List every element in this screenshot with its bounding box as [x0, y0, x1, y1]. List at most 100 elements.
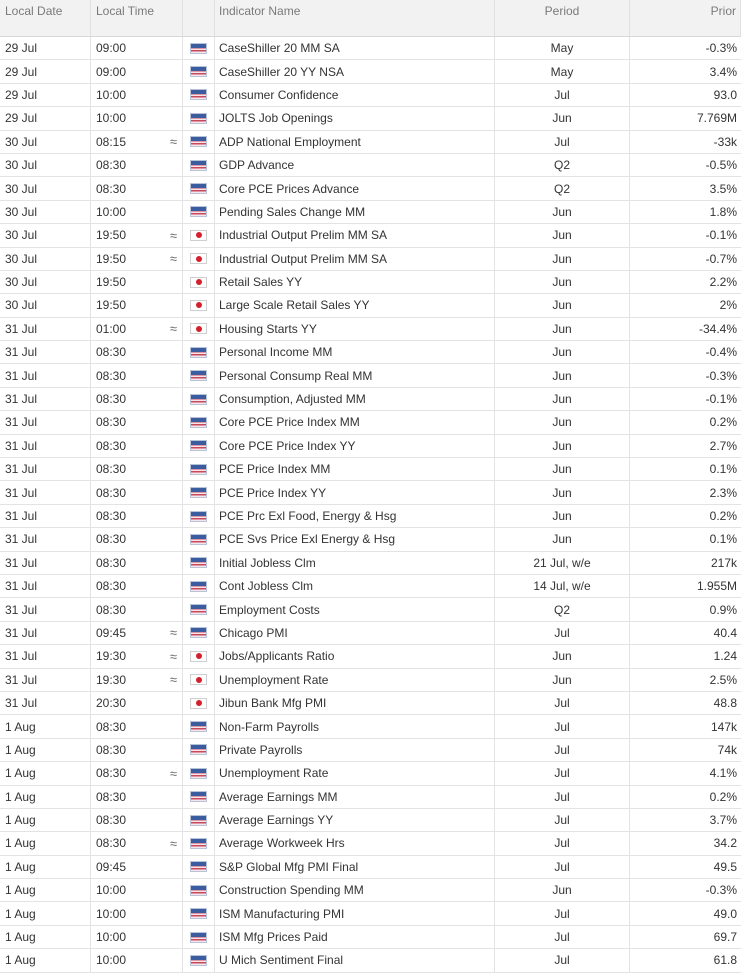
table-row[interactable]: 29 Jul 09:00 CaseShiller 20 YY NSA May 3.4%	[0, 60, 741, 84]
table-row[interactable]: 30 Jul 08:15 ≈ ADP National Employment Jul -3…	[0, 130, 741, 154]
country-cell	[183, 60, 215, 83]
table-row[interactable]: 31 Jul 20:30 Jibun Bank Mfg PMI Jul 48.8	[0, 691, 741, 716]
indicator-name[interactable]: PCE Prc Exl Food, Energy & Hsg	[215, 504, 495, 528]
table-row[interactable]: 1 Aug 10:00 U Mich Sentiment Final Jul 61.8	[0, 949, 741, 973]
time-cell: 08:30	[91, 434, 183, 458]
column-header-time[interactable]: Local Time	[91, 0, 183, 36]
indicator-name[interactable]: Private Payrolls	[215, 738, 495, 762]
indicator-name[interactable]: Housing Starts YY	[215, 317, 495, 341]
table-row[interactable]: 30 Jul 10:00 Pending Sales Change MM Jun 1.8…	[0, 200, 741, 225]
column-header-indicator[interactable]: Indicator Name	[215, 0, 495, 36]
indicator-name[interactable]: Industrial Output Prelim MM SA	[215, 247, 495, 270]
table-row[interactable]: 1 Aug 08:30 ≈ Unemployment Rate Jul 4.1%	[0, 762, 741, 786]
table-row[interactable]: 31 Jul 08:30 Personal Consump Real MM Jun -0…	[0, 364, 741, 388]
indicator-name[interactable]: Cont Jobless Clm	[215, 574, 495, 598]
table-row[interactable]: 30 Jul 08:30 GDP Advance Q2 -0.5%	[0, 153, 741, 178]
indicator-name[interactable]: CaseShiller 20 MM SA	[215, 37, 495, 60]
indicator-name[interactable]: Initial Jobless Clm	[215, 551, 495, 574]
prior-value: 2.2%	[709, 275, 737, 290]
country-cell	[183, 762, 215, 785]
indicator-name[interactable]: Consumer Confidence	[215, 83, 495, 107]
indicator-name[interactable]: Average Earnings MM	[215, 785, 495, 808]
table-row[interactable]: 31 Jul 19:30 ≈ Unemployment Rate Jun 2.5%	[0, 668, 741, 692]
table-row[interactable]: 30 Jul 19:50 Large Scale Retail Sales YY Ju…	[0, 294, 741, 318]
indicator-name[interactable]: Employment Costs	[215, 598, 495, 621]
table-row[interactable]: 31 Jul 01:00 ≈ Housing Starts YY Jun -34.4%	[0, 317, 741, 342]
indicator-name[interactable]: Unemployment Rate	[215, 762, 495, 785]
volatility-icon: ≈	[169, 672, 177, 688]
indicator-name[interactable]: Core PCE Price Index MM	[215, 411, 495, 434]
time-value: 08:30	[96, 181, 127, 196]
time-cell: 19:30 ≈	[91, 668, 183, 691]
indicator-name[interactable]: ISM Manufacturing PMI	[215, 902, 495, 925]
indicator-name[interactable]: Large Scale Retail Sales YY	[215, 294, 495, 317]
us-flag-icon	[190, 814, 207, 826]
indicator-name[interactable]: PCE Price Index YY	[215, 481, 495, 504]
table-row[interactable]: 31 Jul 08:30 Core PCE Price Index YY Jun 2.7…	[0, 434, 741, 459]
time-cell: 19:50	[91, 294, 183, 317]
table-row[interactable]: 1 Aug 10:00 ISM Manufacturing PMI Jul 49.0	[0, 902, 741, 926]
volatility-icon: ≈	[169, 648, 177, 664]
table-row[interactable]: 1 Aug 10:00 Construction Spending MM Jun -0.…	[0, 879, 741, 903]
table-row[interactable]: 31 Jul 08:30 Cont Jobless Clm 14 Jul, w/e 1.…	[0, 574, 741, 599]
indicator-name[interactable]: Core PCE Price Index YY	[215, 434, 495, 458]
table-row[interactable]: 31 Jul 19:30 ≈ Jobs/Applicants Ratio Jun 1.24	[0, 645, 741, 669]
indicator-name[interactable]: Construction Spending MM	[215, 879, 495, 902]
indicator-name[interactable]: PCE Svs Price Exl Energy & Hsg	[215, 528, 495, 551]
indicator-name[interactable]: Non-Farm Payrolls	[215, 715, 495, 738]
indicator-name[interactable]: Retail Sales YY	[215, 270, 495, 294]
table-row[interactable]: 30 Jul 19:50 Retail Sales YY Jun 2.2%	[0, 270, 741, 295]
indicator-name[interactable]: Average Workweek Hrs	[215, 832, 495, 855]
indicator-name[interactable]: S&P Global Mfg PMI Final	[215, 855, 495, 879]
column-header-date[interactable]: Local Date	[0, 0, 91, 36]
date-cell: 1 Aug	[0, 832, 91, 855]
table-row[interactable]: 1 Aug 10:00 ISM Mfg Prices Paid Jul 69.7	[0, 925, 741, 950]
table-row[interactable]: 31 Jul 08:30 Core PCE Price Index MM Jun 0.2…	[0, 411, 741, 435]
table-row[interactable]: 1 Aug 08:30 ≈ Average Workweek Hrs Jul 34.2	[0, 832, 741, 856]
table-row[interactable]: 30 Jul 19:50 ≈ Industrial Output Prelim MM …	[0, 247, 741, 271]
table-row[interactable]: 31 Jul 08:30 Initial Jobless Clm 21 Jul, w/…	[0, 551, 741, 575]
indicator-name[interactable]: Personal Income MM	[215, 341, 495, 364]
table-row[interactable]: 31 Jul 08:30 PCE Prc Exl Food, Energy & Hs…	[0, 504, 741, 529]
table-row[interactable]: 1 Aug 08:30 Average Earnings MM Jul 0.2%	[0, 785, 741, 809]
indicator-name[interactable]: Unemployment Rate	[215, 668, 495, 691]
table-row[interactable]: 31 Jul 09:45 ≈ Chicago PMI Jul 40.4	[0, 621, 741, 646]
indicator-name[interactable]: Jibun Bank Mfg PMI	[215, 691, 495, 715]
table-row[interactable]: 31 Jul 08:30 Consumption, Adjusted MM Jun -0…	[0, 387, 741, 412]
date-cell: 31 Jul	[0, 341, 91, 364]
indicator-name[interactable]: Core PCE Prices Advance	[215, 177, 495, 200]
table-row[interactable]: 31 Jul 08:30 PCE Svs Price Exl Energy & Hs…	[0, 528, 741, 552]
table-row[interactable]: 31 Jul 08:30 PCE Price Index MM Jun 0.1%	[0, 458, 741, 482]
country-cell	[183, 130, 215, 153]
prior-value: 1.8%	[709, 204, 737, 219]
indicator-name[interactable]: CaseShiller 20 YY NSA	[215, 60, 495, 83]
indicator-name[interactable]: Industrial Output Prelim MM SA	[215, 224, 495, 247]
table-row[interactable]: 1 Aug 08:30 Average Earnings YY Jul 3.7%	[0, 808, 741, 833]
indicator-name[interactable]: U Mich Sentiment Final	[215, 949, 495, 972]
table-row[interactable]: 1 Aug 08:30 Private Payrolls Jul 74k	[0, 738, 741, 763]
table-row[interactable]: 29 Jul 09:00 CaseShiller 20 MM SA May -0.3%	[0, 37, 741, 61]
column-header-period[interactable]: Period	[495, 0, 630, 36]
table-row[interactable]: 30 Jul 19:50 ≈ Industrial Output Prelim MM …	[0, 224, 741, 248]
indicator-name[interactable]: Chicago PMI	[215, 621, 495, 645]
table-row[interactable]: 30 Jul 08:30 Core PCE Prices Advance Q2 3.5%	[0, 177, 741, 201]
indicator-name[interactable]: Consumption, Adjusted MM	[215, 387, 495, 411]
indicator-name[interactable]: GDP Advance	[215, 153, 495, 177]
table-row[interactable]: 29 Jul 10:00 JOLTS Job Openings Jun 7.769M	[0, 107, 741, 131]
indicator-name[interactable]: PCE Price Index MM	[215, 458, 495, 481]
column-header-prior[interactable]: Prior	[630, 0, 741, 36]
indicator-name[interactable]: Personal Consump Real MM	[215, 364, 495, 387]
table-row[interactable]: 1 Aug 09:45 S&P Global Mfg PMI Final Jul 49.…	[0, 855, 741, 880]
indicator-name[interactable]: ISM Mfg Prices Paid	[215, 925, 495, 949]
table-row[interactable]: 31 Jul 08:30 PCE Price Index YY Jun 2.3%	[0, 481, 741, 505]
table-row[interactable]: 31 Jul 08:30 Personal Income MM Jun -0.4%	[0, 341, 741, 365]
indicator-name[interactable]: Pending Sales Change MM	[215, 200, 495, 224]
table-row[interactable]: 29 Jul 10:00 Consumer Confidence Jul 93.0	[0, 83, 741, 108]
indicator-name[interactable]: JOLTS Job Openings	[215, 107, 495, 130]
indicator-name[interactable]: Average Earnings YY	[215, 808, 495, 832]
table-header: Local Date Local Time Indicator Name Per…	[0, 0, 741, 37]
indicator-name[interactable]: ADP National Employment	[215, 130, 495, 153]
table-row[interactable]: 1 Aug 08:30 Non-Farm Payrolls Jul 147k	[0, 715, 741, 739]
indicator-name[interactable]: Jobs/Applicants Ratio	[215, 645, 495, 668]
table-row[interactable]: 31 Jul 08:30 Employment Costs Q2 0.9%	[0, 598, 741, 622]
